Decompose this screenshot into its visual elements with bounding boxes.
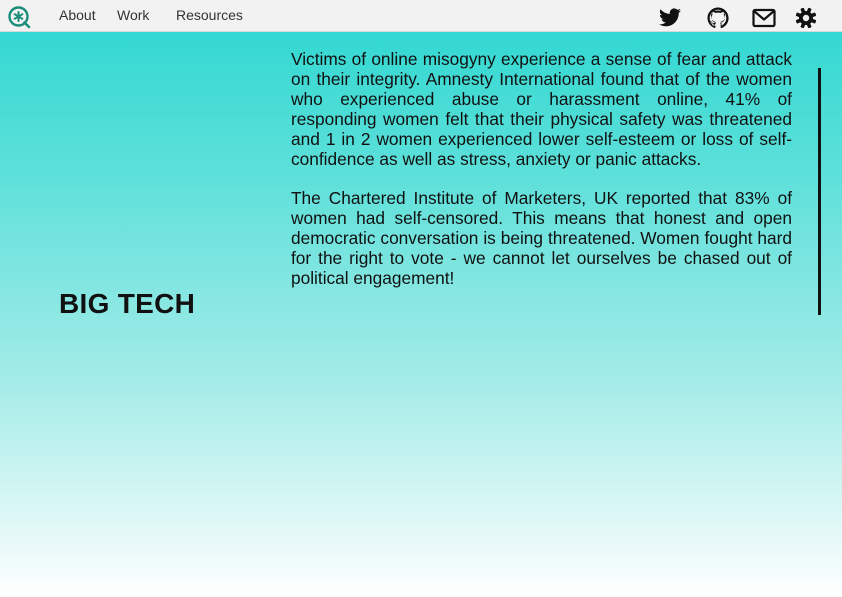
paragraph-self-censorship: The Chartered Institute of Marketers, UK… xyxy=(291,188,792,289)
article-content: Victims of online misogyny experience a … xyxy=(291,49,792,309)
github-icon[interactable] xyxy=(706,6,730,30)
twitter-icon[interactable] xyxy=(658,6,682,30)
settings-icon[interactable] xyxy=(794,6,818,30)
section-title: BIG TECH xyxy=(59,288,196,319)
top-navigation-bar: About Work Resources xyxy=(0,0,842,32)
paragraph-online-misogyny: Victims of online misogyny experience a … xyxy=(291,49,792,169)
scroll-indicator-bar[interactable] xyxy=(818,68,821,315)
nav-about-link[interactable]: About xyxy=(59,7,96,23)
nav-resources-link[interactable]: Resources xyxy=(176,7,243,23)
mail-icon[interactable] xyxy=(752,6,776,30)
logo-icon[interactable] xyxy=(7,5,31,29)
nav-work-link[interactable]: Work xyxy=(117,7,149,23)
page: About Work Resources BIG TECH Victims of… xyxy=(0,0,842,597)
